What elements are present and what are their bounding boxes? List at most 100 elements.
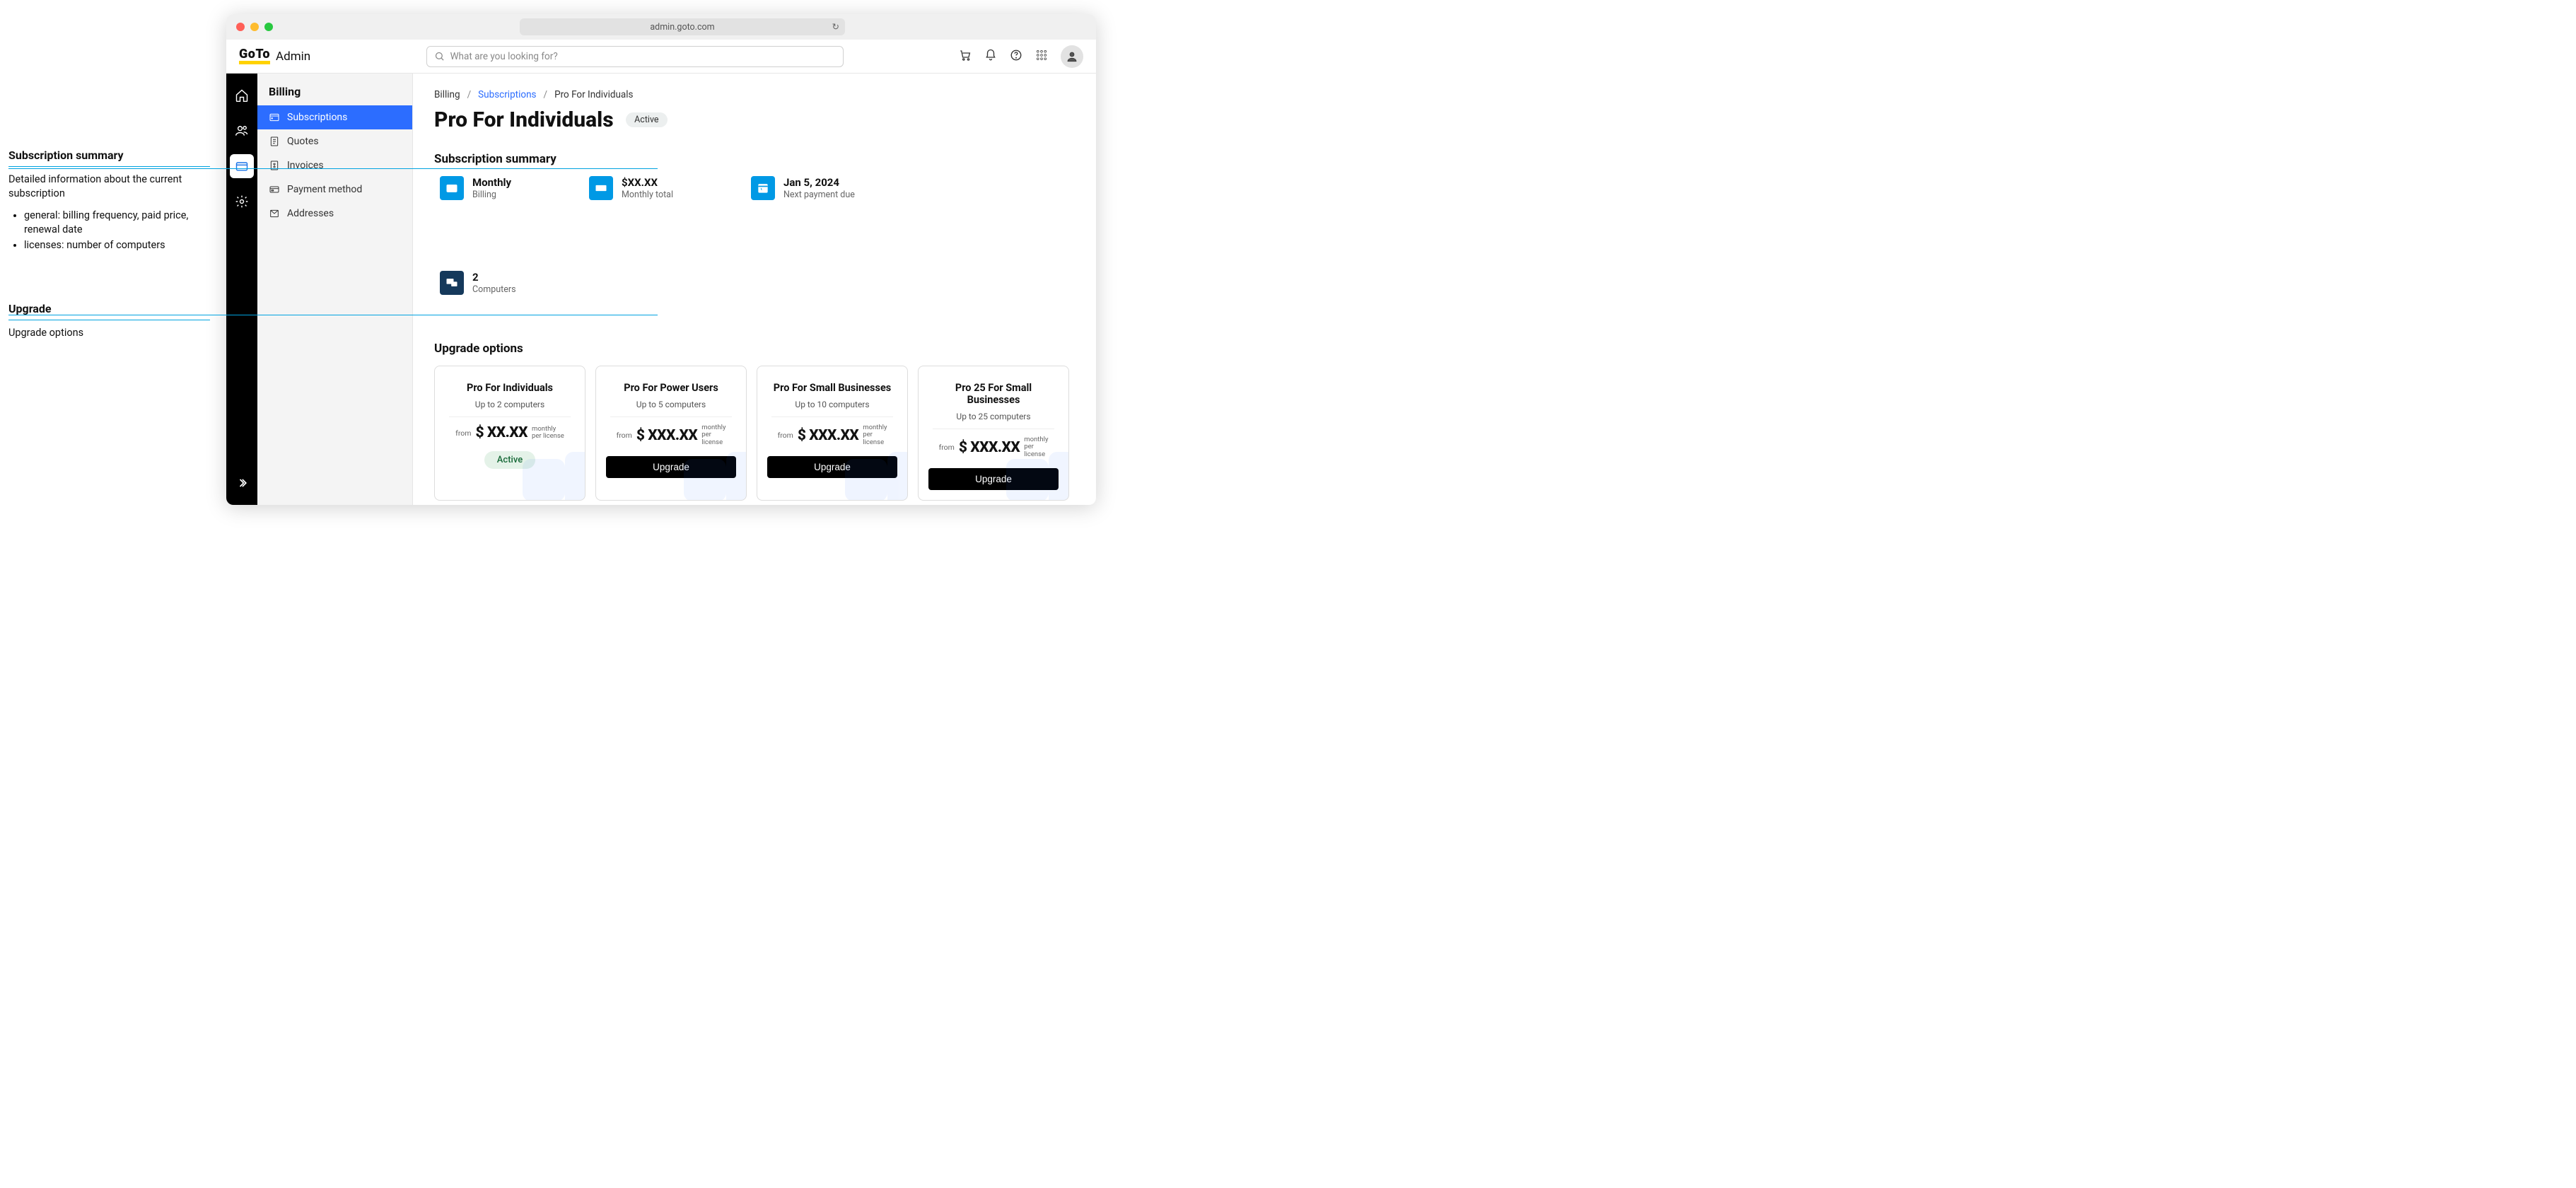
reload-icon[interactable]: ↻	[832, 21, 839, 33]
plan-card: Pro For Small Businesses Up to 10 comput…	[757, 366, 908, 501]
money-icon	[589, 176, 613, 200]
upgrade-plans-row: Pro For Individuals Up to 2 computers fr…	[434, 366, 1075, 501]
annotation-upgrade: Upgrade Upgrade options	[8, 302, 210, 340]
subscription-summary-grid: Monthly Billing $XX.XX Monthly total	[440, 176, 1075, 313]
summary-computers-title: 2	[472, 271, 516, 284]
nav-expand[interactable]	[230, 471, 254, 495]
nav-home[interactable]	[230, 83, 254, 107]
plan-price-amount: $ XX.XX	[475, 424, 528, 441]
window-close-button[interactable]	[236, 23, 245, 31]
nav-people[interactable]	[230, 119, 254, 143]
upgrade-button[interactable]: Upgrade	[928, 468, 1059, 490]
upgrade-button[interactable]: Upgrade	[606, 456, 736, 478]
callout-line	[8, 168, 658, 169]
sidebar-title: Billing	[257, 85, 412, 105]
help-icon[interactable]	[1010, 49, 1022, 64]
sidebar-item-payment-method[interactable]: Payment method	[257, 177, 412, 202]
breadcrumb-current: Pro For Individuals	[554, 89, 633, 100]
page-title: Pro For Individuals	[434, 107, 614, 132]
breadcrumb-separator: /	[467, 89, 472, 100]
summary-billing-title: Monthly	[472, 176, 511, 189]
avatar[interactable]	[1061, 45, 1083, 68]
addresses-icon	[269, 208, 280, 219]
plan-price: from $ XXX.XX monthlyperlicense	[606, 424, 736, 446]
status-badge: Active	[626, 112, 667, 127]
plan-price: from $ XX.XX monthlyper license	[445, 424, 575, 441]
plan-price-unit: monthlyperlicense	[863, 424, 887, 446]
sidebar-item-label: Payment method	[287, 184, 362, 195]
plan-card-current: Pro For Individuals Up to 2 computers fr…	[434, 366, 585, 501]
apps-icon[interactable]	[1035, 49, 1048, 64]
breadcrumb-root[interactable]: Billing	[434, 89, 460, 100]
plan-from-label: from	[617, 431, 632, 440]
plan-price-unit: monthlyperlicense	[1024, 436, 1048, 458]
subscription-icon	[269, 112, 280, 123]
plan-name: Pro 25 For Small Businesses	[928, 382, 1059, 406]
plan-price-amount: $ XXX.XX	[636, 427, 697, 444]
window-maximize-button[interactable]	[264, 23, 273, 31]
annotation-list: general: billing frequency, paid price, …	[24, 209, 210, 253]
billing-icon	[440, 176, 464, 200]
sidebar-item-label: Invoices	[287, 160, 324, 171]
summary-total-title: $XX.XX	[622, 176, 673, 189]
search-input[interactable]: What are you looking for?	[426, 46, 844, 67]
section-title-summary: Subscription summary	[434, 152, 1075, 166]
plan-capacity: Up to 10 computers	[767, 400, 897, 409]
annotation-column: Subscription summary Detailed informatio…	[8, 148, 210, 383]
summary-total-sub: Monthly total	[622, 190, 673, 200]
browser-window: admin.goto.com ↻ GoTo Admin What are you…	[226, 14, 1096, 505]
annotation-title: Subscription summary	[8, 148, 210, 162]
annotation-desc: Detailed information about the current s…	[8, 173, 210, 202]
url-field[interactable]: admin.goto.com ↻	[520, 18, 845, 35]
summary-next-payment: Jan 5, 2024 Next payment due	[751, 176, 855, 200]
url-text: admin.goto.com	[650, 22, 714, 33]
plan-capacity: Up to 2 computers	[445, 400, 575, 409]
billing-sidebar: Billing Subscriptions Quotes Invoices Pa…	[257, 74, 413, 505]
summary-total: $XX.XX Monthly total	[589, 176, 673, 200]
quotes-icon	[269, 136, 280, 147]
plan-price-unit: monthlyperlicense	[701, 424, 725, 446]
summary-next-sub: Next payment due	[783, 190, 855, 200]
payment-icon	[269, 184, 280, 195]
logo[interactable]: GoTo Admin	[239, 48, 310, 64]
cart-icon[interactable]	[959, 49, 972, 64]
sidebar-item-subscriptions[interactable]: Subscriptions	[257, 105, 412, 129]
window-minimize-button[interactable]	[250, 23, 259, 31]
summary-billing-sub: Billing	[472, 190, 511, 200]
user-icon	[1066, 50, 1078, 63]
plan-card: Pro For Power Users Up to 5 computers fr…	[595, 366, 747, 501]
app-name: Admin	[276, 50, 310, 64]
annotation-rule	[8, 166, 210, 167]
sidebar-item-label: Addresses	[287, 208, 334, 219]
sidebar-item-label: Quotes	[287, 136, 319, 147]
upgrade-button[interactable]: Upgrade	[767, 456, 897, 478]
bell-icon[interactable]	[984, 49, 997, 64]
sidebar-item-label: Subscriptions	[287, 112, 347, 123]
plan-from-label: from	[939, 443, 955, 452]
plan-name: Pro For Small Businesses	[767, 382, 897, 394]
plan-price: from $ XXX.XX monthlyperlicense	[767, 424, 897, 446]
breadcrumb-subscriptions[interactable]: Subscriptions	[478, 89, 536, 100]
annotation-desc: Upgrade options	[8, 326, 210, 340]
summary-computers-sub: Computers	[472, 284, 516, 295]
plan-capacity: Up to 5 computers	[606, 400, 736, 409]
logo-text: GoTo	[239, 48, 270, 64]
summary-billing: Monthly Billing	[440, 176, 511, 200]
sidebar-item-quotes[interactable]: Quotes	[257, 129, 412, 153]
annotation-list-item: licenses: number of computers	[24, 238, 210, 252]
nav-rail	[226, 74, 257, 505]
sidebar-item-addresses[interactable]: Addresses	[257, 202, 412, 226]
invoices-icon	[269, 160, 280, 171]
nav-settings[interactable]	[230, 190, 254, 214]
search-icon	[434, 51, 445, 62]
plan-price-unit: monthlyper license	[532, 426, 564, 441]
plan-price-amount: $ XXX.XX	[798, 427, 858, 444]
breadcrumb: Billing / Subscriptions / Pro For Indivi…	[434, 89, 1075, 100]
annotation-list-item: general: billing frequency, paid price, …	[24, 209, 210, 238]
app-header: GoTo Admin What are you looking for?	[226, 40, 1096, 74]
search-placeholder: What are you looking for?	[450, 51, 558, 62]
main-content: Billing / Subscriptions / Pro For Indivi…	[413, 74, 1096, 505]
summary-next-title: Jan 5, 2024	[783, 176, 855, 189]
sidebar-item-invoices[interactable]: Invoices	[257, 153, 412, 177]
nav-billing[interactable]	[230, 154, 254, 178]
